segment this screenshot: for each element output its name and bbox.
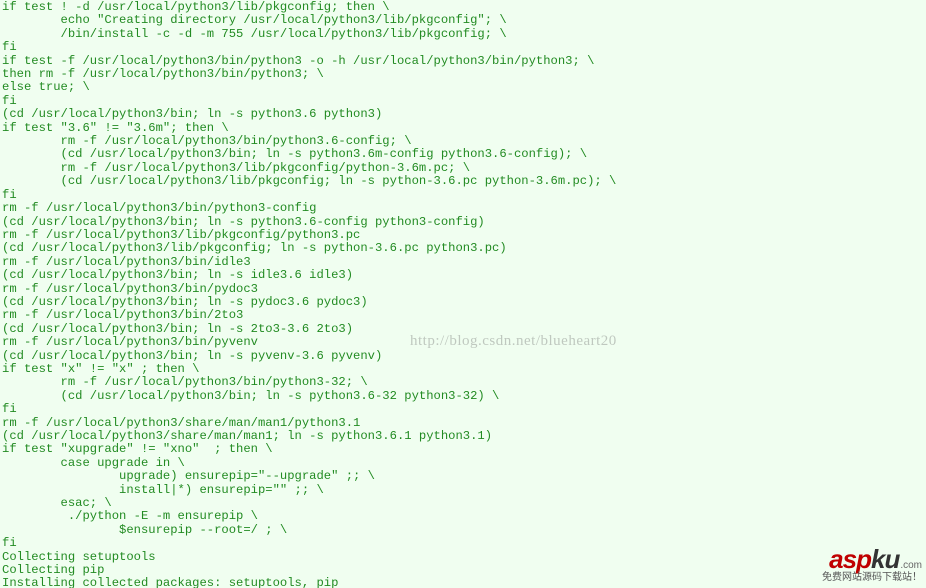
terminal-output: if test ! -d /usr/local/python3/lib/pkgc… <box>0 0 926 588</box>
